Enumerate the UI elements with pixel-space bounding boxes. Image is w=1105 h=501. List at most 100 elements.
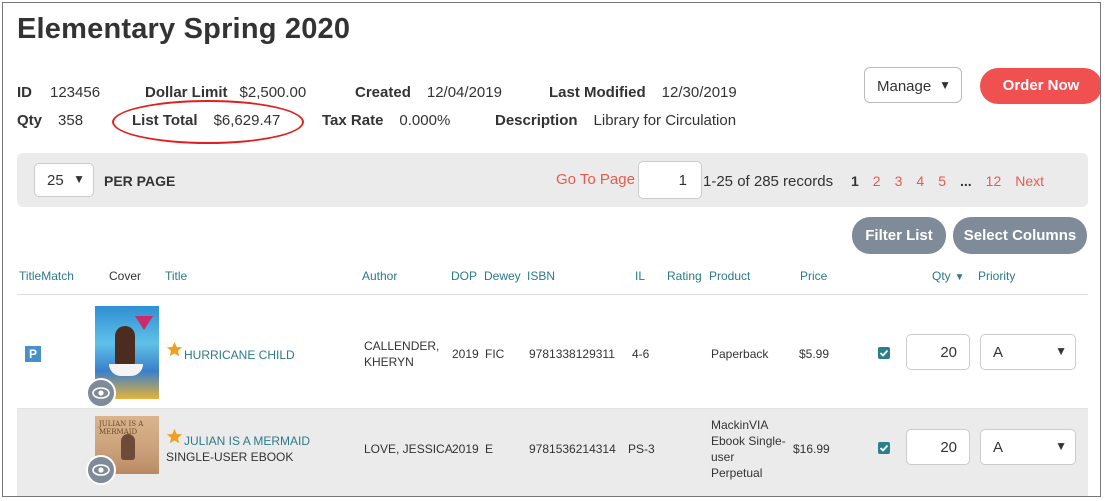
records-count: 1-25 of 285 records: [703, 173, 834, 190]
page-links: 1 2 3 4 5... 12 Next: [851, 173, 1058, 189]
id-label: ID: [17, 84, 32, 101]
caret-down-icon: ▼: [1055, 344, 1067, 358]
qty-input[interactable]: 20: [906, 429, 970, 465]
title-format-text: SINGLE-USER EBOOK: [166, 450, 294, 464]
col-header-qty-label: Qty: [932, 269, 951, 283]
caret-down-icon: ▼: [73, 172, 85, 186]
last-modified-field: Last Modified 12/30/2019: [549, 84, 737, 101]
il-cell: 4-6: [632, 347, 650, 361]
per-page-label: PER PAGE: [104, 173, 176, 189]
col-header-rating[interactable]: Rating: [667, 269, 702, 283]
star-icon: [166, 341, 183, 357]
created-field: Created 12/04/2019: [355, 84, 502, 101]
row-checkbox[interactable]: [878, 442, 890, 454]
col-header-title[interactable]: Title: [165, 269, 187, 283]
per-page-select[interactable]: 25 ▼: [34, 163, 94, 197]
qty-input[interactable]: 20: [906, 334, 970, 370]
go-to-page-input[interactable]: 1: [638, 161, 702, 199]
tax-rate-field: Tax Rate 0.000%: [322, 112, 450, 129]
product-line: MackinVIA: [711, 418, 769, 432]
select-columns-button[interactable]: Select Columns: [953, 217, 1087, 254]
col-header-il[interactable]: IL: [635, 269, 645, 283]
pagination-bar: 25 ▼ PER PAGE Go To Page 1 1-25 of 285 r…: [17, 153, 1088, 207]
filter-list-button[interactable]: Filter List: [852, 217, 946, 254]
description-field: Description Library for Circulation: [495, 112, 736, 129]
dollar-limit-label: Dollar Limit: [145, 84, 228, 101]
id-value: 123456: [50, 84, 101, 101]
isbn-cell: 9781536214314: [529, 442, 616, 456]
page-link[interactable]: 4: [916, 173, 924, 189]
col-header-author[interactable]: Author: [362, 269, 397, 283]
page-link[interactable]: 3: [895, 173, 903, 189]
titlematch-badge: P: [25, 346, 41, 362]
page-title: Elementary Spring 2020: [17, 13, 351, 45]
priority-select[interactable]: A ▼: [980, 429, 1076, 465]
product-cell: Paperback: [711, 347, 769, 361]
created-value: 12/04/2019: [426, 84, 502, 101]
col-header-isbn[interactable]: ISBN: [527, 269, 555, 283]
qty-field: Qty 358: [17, 112, 83, 129]
product-line: user: [711, 450, 735, 464]
description-label: Description: [495, 112, 578, 129]
check-icon: [879, 444, 889, 452]
page-link-current[interactable]: 1: [851, 173, 859, 189]
title-link[interactable]: JULIAN IS A MERMAID: [184, 434, 310, 448]
col-header-priority[interactable]: Priority: [978, 269, 1015, 283]
col-header-price[interactable]: Price: [800, 269, 827, 283]
row-checkbox[interactable]: [878, 347, 890, 359]
check-icon: [879, 349, 889, 357]
dollar-limit-field: Dollar Limit $2,500.00: [145, 84, 306, 101]
created-label: Created: [355, 84, 411, 101]
page-ellipsis: ...: [959, 173, 972, 189]
priority-value: A: [993, 439, 1004, 456]
author-cell: LOVE, JESSICA: [364, 442, 453, 456]
author-cell-line2: KHERYN: [364, 355, 414, 369]
col-header-titlematch[interactable]: TitleMatch: [19, 269, 74, 283]
dewey-cell: E: [485, 442, 494, 456]
go-to-page-link[interactable]: Go To Page: [556, 171, 635, 188]
next-page-link[interactable]: Next: [1015, 173, 1044, 189]
col-header-product[interactable]: Product: [709, 269, 750, 283]
manage-dropdown[interactable]: Manage ▼: [864, 67, 962, 103]
il-cell: PS-3: [628, 442, 655, 456]
sort-caret-icon: ▼: [954, 272, 965, 283]
page-link[interactable]: 2: [873, 173, 881, 189]
header-divider: [17, 294, 1088, 295]
per-page-value: 25: [47, 172, 64, 189]
last-modified-label: Last Modified: [549, 84, 646, 101]
product-line: Ebook Single-: [711, 434, 786, 448]
isbn-cell: 9781338129311: [529, 347, 615, 361]
col-header-qty[interactable]: Qty ▼: [932, 269, 965, 283]
eye-icon[interactable]: [86, 455, 116, 485]
id-field: ID 123456: [17, 84, 100, 101]
col-header-cover: Cover: [109, 269, 142, 283]
page-link[interactable]: 12: [986, 173, 1002, 189]
star-icon: [166, 428, 183, 444]
order-now-button[interactable]: Order Now: [980, 68, 1100, 104]
dop-cell: 2019: [452, 347, 479, 361]
last-modified-value: 12/30/2019: [661, 84, 737, 101]
list-detail-panel: Elementary Spring 2020 ID 123456 Dollar L…: [2, 2, 1101, 497]
row-divider: [17, 408, 1088, 409]
title-link[interactable]: HURRICANE CHILD: [184, 348, 295, 362]
list-total-annotation-circle: [112, 100, 304, 144]
eye-icon[interactable]: [86, 378, 116, 408]
qty-value: 358: [58, 112, 84, 129]
product-line: Perpetual: [711, 466, 763, 480]
price-cell: $16.99: [793, 442, 830, 456]
page-link[interactable]: 5: [938, 173, 946, 189]
author-cell: CALLENDER,: [364, 339, 440, 353]
col-header-dewey[interactable]: Dewey: [484, 269, 521, 283]
priority-select[interactable]: A ▼: [980, 334, 1076, 370]
manage-label: Manage: [877, 78, 932, 95]
price-cell: $5.99: [799, 347, 830, 361]
dewey-cell: FIC: [485, 347, 505, 361]
tax-rate-value: 0.000%: [399, 112, 451, 129]
qty-label: Qty: [17, 112, 43, 129]
dop-cell: 2019: [452, 442, 479, 456]
col-header-dop[interactable]: DOP: [451, 269, 477, 283]
description-value: Library for Circulation: [593, 112, 737, 129]
dollar-limit-value: $2,500.00: [239, 84, 307, 101]
caret-down-icon: ▼: [939, 78, 951, 92]
priority-value: A: [993, 344, 1004, 361]
